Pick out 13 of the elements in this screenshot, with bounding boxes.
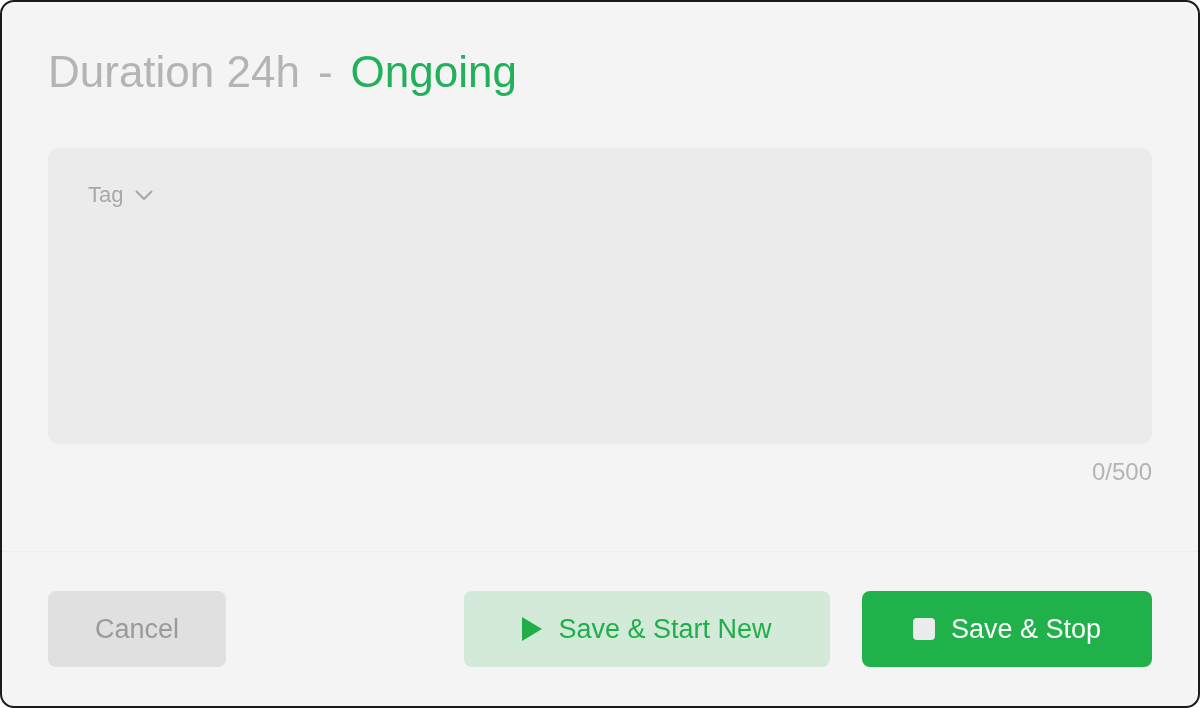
stop-icon	[912, 618, 935, 640]
chevron-icon	[135, 190, 154, 200]
separator: -	[317, 46, 333, 98]
note-field[interactable]: Tag	[48, 148, 1152, 444]
tag-label: Tag	[88, 182, 124, 208]
tag-dropdown[interactable]: Tag	[88, 182, 154, 208]
save-button[interactable]: Save & Start New	[464, 591, 830, 667]
duration-title: Duration 24h	[48, 46, 300, 98]
status-label: Ongoing	[350, 46, 517, 98]
save-button[interactable]: Save & Stop	[862, 591, 1152, 667]
character-counter: 0/500	[1091, 458, 1152, 486]
play-icon	[522, 617, 543, 641]
cancel-button[interactable]: Cancel	[48, 591, 226, 667]
